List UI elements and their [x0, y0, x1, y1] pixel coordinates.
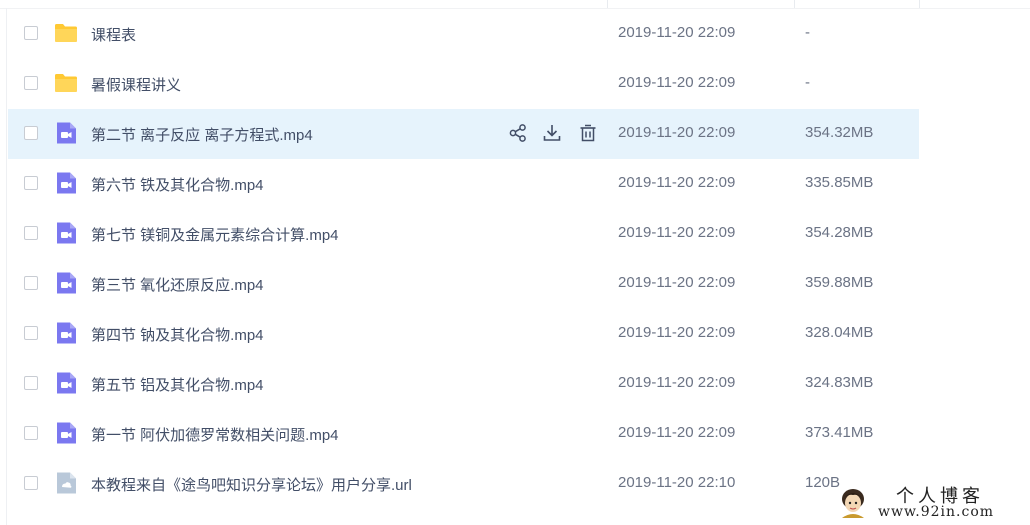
row-checkbox[interactable]: [24, 126, 38, 140]
file-date: 2019-11-20 22:09: [618, 124, 736, 141]
row-checkbox[interactable]: [24, 326, 38, 340]
link-file-icon: [54, 471, 78, 495]
watermark-avatar-icon: [842, 489, 864, 518]
row-checkbox[interactable]: [24, 376, 38, 390]
file-list: 课程表 2019-11-20 22:09 - 暑假课程讲义 2019-11-20 22:…: [8, 9, 919, 509]
file-size: 328.04MB: [805, 324, 874, 341]
file-row[interactable]: 本教程来自《途鸟吧知识分享论坛》用户分享.url 2019-11-20 22:10…: [8, 459, 919, 509]
row-checkbox[interactable]: [24, 26, 38, 40]
column-divider[interactable]: [607, 0, 608, 8]
video-file-icon: [54, 321, 78, 345]
file-row[interactable]: 第三节 氧化还原反应.mp4 2019-11-20 22:09 359.88MB: [8, 259, 919, 309]
share-icon[interactable]: [508, 123, 530, 145]
file-size: 359.88MB: [805, 274, 874, 291]
file-date: 2019-11-20 22:09: [618, 324, 736, 341]
file-name[interactable]: 第一节 阿伏加德罗常数相关问题.mp4: [91, 424, 339, 445]
file-name[interactable]: 第五节 铝及其化合物.mp4: [91, 374, 264, 395]
file-size: 120B: [805, 474, 841, 491]
watermark-url: www.92in.com: [878, 504, 995, 520]
file-row[interactable]: 第二节 离子反应 离子方程式.mp4 2019-11-20 22:09 354.32…: [8, 109, 919, 159]
video-file-icon: [54, 121, 78, 145]
file-row[interactable]: 第六节 铁及其化合物.mp4 2019-11-20 22:09 335.85MB: [8, 159, 919, 209]
file-name[interactable]: 本教程来自《途鸟吧知识分享论坛》用户分享.url: [91, 474, 412, 495]
file-list-page: 课程表 2019-11-20 22:09 - 暑假课程讲义 2019-11-20 22:…: [0, 0, 1030, 525]
file-row[interactable]: 第五节 铝及其化合物.mp4 2019-11-20 22:09 324.83MB: [8, 359, 919, 409]
file-name[interactable]: 第四节 钠及其化合物.mp4: [91, 324, 264, 345]
video-file-icon: [54, 221, 78, 245]
file-date: 2019-11-20 22:09: [618, 424, 736, 441]
file-row[interactable]: 第四节 钠及其化合物.mp4 2019-11-20 22:09 328.04MB: [8, 309, 919, 359]
video-file-icon: [54, 421, 78, 445]
file-name[interactable]: 第七节 镁铜及金属元素综合计算.mp4: [91, 224, 339, 245]
file-date: 2019-11-20 22:09: [618, 24, 736, 41]
file-date: 2019-11-20 22:09: [618, 274, 736, 291]
video-file-icon: [54, 271, 78, 295]
file-date: 2019-11-20 22:09: [618, 174, 736, 191]
file-date: 2019-11-20 22:09: [618, 374, 736, 391]
column-divider[interactable]: [919, 0, 920, 8]
file-row[interactable]: 课程表 2019-11-20 22:09 -: [8, 9, 919, 59]
file-date: 2019-11-20 22:09: [618, 74, 736, 91]
file-row[interactable]: 暑假课程讲义 2019-11-20 22:09 -: [8, 59, 919, 109]
file-row[interactable]: 第一节 阿伏加德罗常数相关问题.mp4 2019-11-20 22:09 373.4…: [8, 409, 919, 459]
file-date: 2019-11-20 22:09: [618, 224, 736, 241]
file-name[interactable]: 暑假课程讲义: [91, 74, 181, 95]
file-name[interactable]: 第二节 离子反应 离子方程式.mp4: [91, 124, 313, 145]
file-size: 335.85MB: [805, 174, 874, 191]
file-size: 373.41MB: [805, 424, 874, 441]
video-file-icon: [54, 371, 78, 395]
file-size: 354.28MB: [805, 224, 874, 241]
file-name[interactable]: 第三节 氧化还原反应.mp4: [91, 274, 264, 295]
row-checkbox[interactable]: [24, 76, 38, 90]
column-divider[interactable]: [794, 0, 795, 8]
row-checkbox[interactable]: [24, 276, 38, 290]
folder-icon: [54, 21, 78, 45]
file-name[interactable]: 第六节 铁及其化合物.mp4: [91, 174, 264, 195]
file-size: -: [805, 24, 810, 41]
file-date: 2019-11-20 22:10: [618, 474, 736, 491]
delete-icon[interactable]: [578, 123, 600, 145]
video-file-icon: [54, 171, 78, 195]
file-row[interactable]: 第七节 镁铜及金属元素综合计算.mp4 2019-11-20 22:09 354.2…: [8, 209, 919, 259]
folder-icon: [54, 71, 78, 95]
row-checkbox[interactable]: [24, 426, 38, 440]
download-icon[interactable]: [542, 123, 564, 145]
file-size: 324.83MB: [805, 374, 874, 391]
row-checkbox[interactable]: [24, 226, 38, 240]
file-size: 354.32MB: [805, 124, 874, 141]
list-left-border: [6, 8, 7, 525]
file-size: -: [805, 74, 810, 91]
file-name[interactable]: 课程表: [91, 24, 136, 45]
row-checkbox[interactable]: [24, 176, 38, 190]
watermark: 个人博客 www.92in.com: [838, 482, 1028, 522]
table-header-edge: [0, 0, 1030, 9]
row-checkbox[interactable]: [24, 476, 38, 490]
